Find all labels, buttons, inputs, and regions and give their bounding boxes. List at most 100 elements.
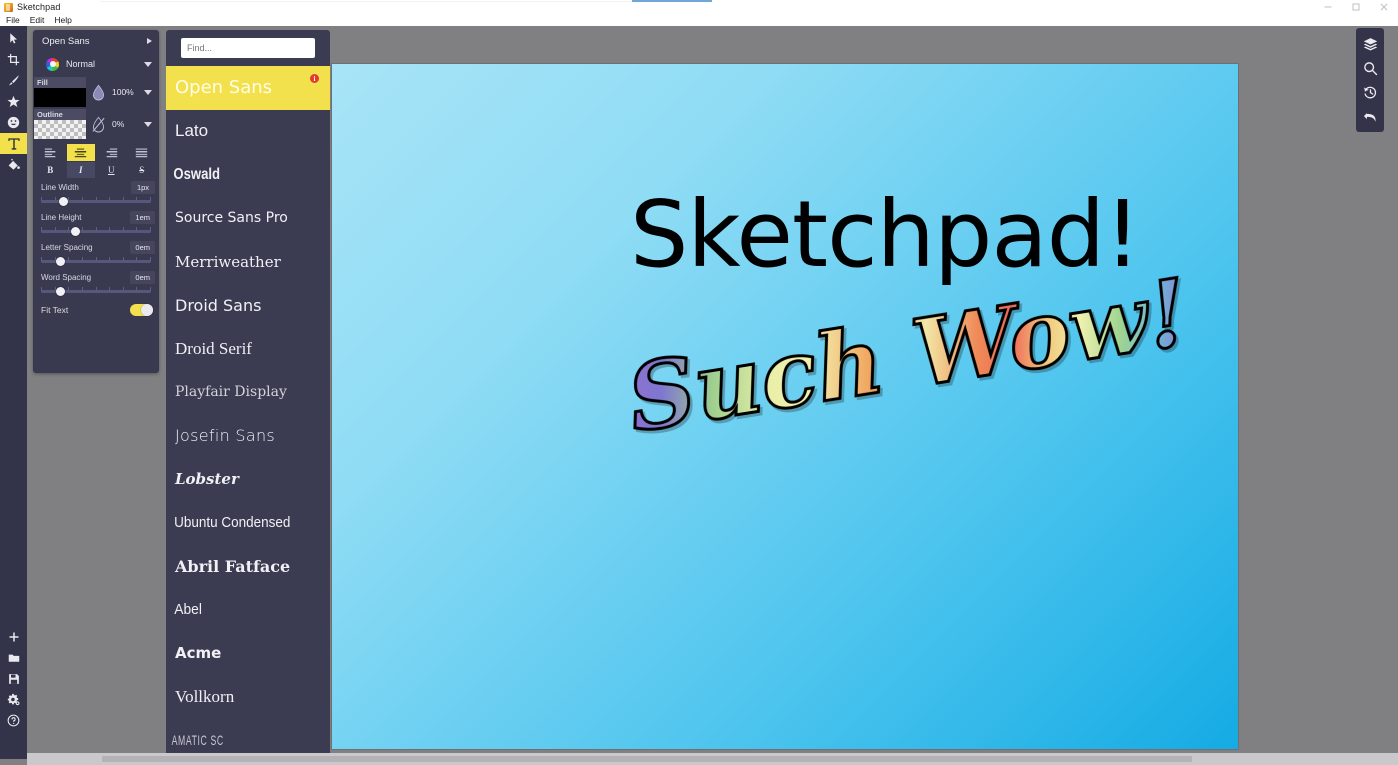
maximize-button[interactable]	[1342, 0, 1370, 14]
minimize-button[interactable]	[1314, 0, 1342, 14]
font-item-josefin-sans[interactable]: Josefin Sans	[166, 414, 330, 458]
font-item-vollkorn[interactable]: Vollkorn	[166, 675, 330, 719]
font-item-abel[interactable]: Abel	[166, 588, 317, 632]
font-item-label: Droid Sans	[175, 295, 262, 315]
help-button[interactable]	[0, 710, 27, 731]
text-tool[interactable]	[0, 133, 27, 154]
fill-opacity-value: 100%	[112, 87, 134, 97]
new-button[interactable]	[0, 626, 27, 647]
font-list[interactable]: Open Sans i Lato Oswald Source Sans Pro …	[166, 66, 330, 763]
save-button[interactable]	[0, 668, 27, 689]
font-item-label: Lobster	[175, 470, 239, 489]
bold-button[interactable]: B	[36, 162, 65, 178]
fill-opacity-group[interactable]: 100%	[91, 84, 152, 101]
sticker-tool[interactable]	[0, 112, 27, 133]
fill-color-swatch[interactable]	[34, 88, 86, 107]
word-spacing-value[interactable]: 0em	[130, 271, 155, 284]
font-item-label: AMATIC SC	[171, 732, 224, 749]
line-height-value[interactable]: 1em	[130, 211, 155, 224]
font-item-label: Josefin Sans	[175, 426, 276, 446]
font-item-ubuntu-condensed[interactable]: Ubuntu Condensed	[166, 501, 314, 545]
outline-row: Outline 0%	[33, 108, 159, 140]
outline-color-swatch[interactable]	[34, 120, 86, 139]
letter-spacing-value[interactable]: 0em	[130, 241, 155, 254]
font-item-source-sans-pro[interactable]: Source Sans Pro	[166, 197, 330, 241]
crop-tool[interactable]	[0, 49, 27, 70]
font-item-merriweather[interactable]: Merriweather	[166, 240, 330, 284]
drawing-canvas[interactable]: Sketchpad! Such Wow!	[332, 64, 1238, 749]
menu-edit[interactable]: Edit	[28, 14, 51, 26]
draw-tool[interactable]	[0, 70, 27, 91]
word-spacing-slider[interactable]	[41, 284, 151, 298]
font-item-acme[interactable]: Acme	[166, 632, 330, 676]
underline-button[interactable]: U	[97, 162, 126, 178]
align-justify-button[interactable]	[128, 144, 157, 161]
line-height-label: Line Height	[41, 213, 82, 222]
menu-help[interactable]: Help	[52, 14, 77, 26]
droplet-icon	[92, 84, 105, 100]
workspace: Sketchpad! Such Wow! Open Sans Normal Fi…	[0, 26, 1398, 765]
slider-knob[interactable]	[56, 256, 66, 266]
line-width-slider[interactable]	[41, 194, 151, 208]
horizontal-scrollbar[interactable]	[27, 753, 1398, 765]
line-height-slider[interactable]	[41, 224, 151, 238]
font-selector-row[interactable]: Open Sans	[33, 30, 159, 52]
slider-knob[interactable]	[56, 286, 66, 296]
chevron-down-icon[interactable]	[144, 61, 152, 67]
outline-swatch-group[interactable]: Outline	[34, 109, 86, 139]
outline-opacity-chevron-down-icon[interactable]	[144, 121, 152, 127]
align-left-icon	[44, 148, 56, 158]
line-width-value[interactable]: 1px	[131, 181, 155, 194]
fit-text-row: Fit Text	[33, 300, 159, 320]
align-right-button[interactable]	[97, 144, 126, 161]
font-item-label: Acme	[175, 644, 222, 663]
font-item-oswald[interactable]: Oswald	[166, 153, 300, 197]
open-button[interactable]	[0, 647, 27, 668]
align-justify-icon	[136, 148, 148, 158]
undo-button[interactable]	[1356, 104, 1384, 128]
outline-opacity-group[interactable]: 0%	[91, 116, 152, 133]
droplet-slash-icon	[92, 116, 105, 132]
window-titlebar: Sketchpad	[0, 0, 1398, 14]
select-tool[interactable]	[0, 28, 27, 49]
font-item-label: Abel	[174, 601, 202, 619]
fill-opacity-chevron-down-icon[interactable]	[144, 89, 152, 95]
menu-file[interactable]: File	[4, 14, 26, 26]
font-item-label: Droid Serif	[175, 338, 252, 358]
font-search-input[interactable]	[181, 38, 315, 58]
window-title: Sketchpad	[17, 2, 61, 12]
slider-ticks	[41, 197, 151, 201]
align-center-button[interactable]	[66, 144, 95, 161]
slider-knob[interactable]	[70, 226, 80, 236]
fit-text-toggle[interactable]	[130, 304, 153, 316]
canvas-text-such-wow[interactable]: Such Wow!	[619, 256, 1197, 454]
font-item-droid-serif[interactable]: Droid Serif	[166, 327, 330, 371]
font-item-lato[interactable]: Lato	[166, 110, 330, 154]
italic-button[interactable]: I	[66, 162, 95, 178]
close-button[interactable]	[1370, 0, 1398, 14]
canvas-text-sketchpad[interactable]: Sketchpad!	[630, 189, 1141, 281]
settings-button[interactable]	[0, 689, 27, 710]
align-left-button[interactable]	[36, 144, 65, 161]
zoom-button[interactable]	[1356, 56, 1384, 80]
font-item-abril-fatface[interactable]: Abril Fatface	[166, 545, 330, 589]
font-list-panel: Open Sans i Lato Oswald Source Sans Pro …	[166, 30, 330, 763]
font-item-lobster[interactable]: Lobster	[166, 458, 330, 502]
font-item-label: Lato	[175, 121, 209, 141]
letter-spacing-slider[interactable]	[41, 254, 151, 268]
blend-mode-row[interactable]: Normal	[33, 52, 159, 76]
shape-tool[interactable]	[0, 91, 27, 112]
font-item-open-sans[interactable]: Open Sans i	[166, 66, 330, 110]
layers-button[interactable]	[1356, 32, 1384, 56]
color-wheel-icon[interactable]	[46, 57, 59, 71]
scrollbar-thumb[interactable]	[102, 756, 1192, 762]
info-badge-icon[interactable]: i	[310, 74, 319, 83]
fill-swatch-group[interactable]: Fill	[34, 77, 86, 107]
history-button[interactable]	[1356, 80, 1384, 104]
fill-tool[interactable]	[0, 154, 27, 175]
slider-knob[interactable]	[58, 196, 68, 206]
strike-button[interactable]: S	[128, 162, 157, 178]
chevron-right-icon[interactable]	[147, 38, 152, 44]
font-item-droid-sans[interactable]: Droid Sans	[166, 284, 330, 328]
font-item-playfair-display[interactable]: Playfair Display	[166, 371, 330, 415]
